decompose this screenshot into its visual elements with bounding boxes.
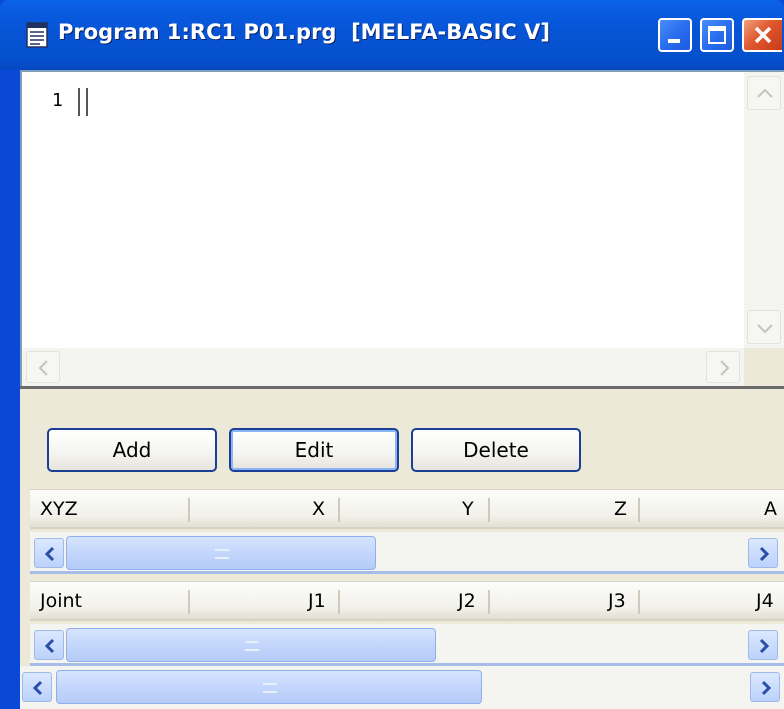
xyz-list-scrollbar[interactable]: [30, 532, 784, 574]
grip-icon: [215, 549, 229, 559]
delete-button-label: Delete: [463, 438, 529, 462]
title-bar[interactable]: Program 1:RC1 P01.prg [MELFA-BASIC V]: [0, 0, 784, 70]
chevron-up-icon: [757, 88, 773, 98]
scroll-right-button[interactable]: [748, 630, 778, 660]
scroll-right-button[interactable]: [706, 351, 740, 383]
chevron-right-icon: [761, 680, 772, 696]
line-number: 1: [52, 90, 63, 111]
chevron-left-icon: [44, 638, 55, 654]
minimize-icon: [668, 39, 680, 43]
column-divider[interactable]: [638, 590, 640, 614]
chevron-down-icon: [757, 324, 773, 334]
chevron-right-icon: [720, 360, 730, 376]
editor-vertical-scrollbar[interactable]: [744, 72, 784, 348]
column-header-j4[interactable]: J4: [756, 582, 774, 620]
grip-icon: [245, 641, 259, 651]
chevron-right-icon: [759, 638, 770, 654]
program-window: Program 1:RC1 P01.prg [MELFA-BASIC V] 1: [0, 0, 784, 709]
scroll-left-button[interactable]: [22, 672, 52, 702]
scroll-thumb[interactable]: [66, 628, 436, 662]
scroll-down-button[interactable]: [747, 310, 781, 344]
add-button-label: Add: [112, 438, 152, 462]
maximize-button[interactable]: [700, 18, 734, 52]
scrollbar-corner: [744, 348, 784, 386]
column-header-x[interactable]: X: [312, 490, 325, 528]
position-panel: Add Edit Delete XYZ X Y Z A Joint J1 J2 …: [20, 386, 784, 709]
scroll-right-button[interactable]: [748, 538, 778, 568]
pane-splitter[interactable]: [20, 386, 784, 406]
scroll-right-button[interactable]: [750, 672, 780, 702]
column-divider[interactable]: [488, 498, 490, 522]
column-header-j2[interactable]: J2: [458, 582, 476, 620]
add-button[interactable]: Add: [47, 428, 217, 472]
column-header-j3[interactable]: J3: [608, 582, 626, 620]
column-header-j1[interactable]: J1: [308, 582, 326, 620]
grip-icon: [263, 683, 277, 693]
column-divider[interactable]: [338, 498, 340, 522]
column-header-a[interactable]: A: [764, 490, 777, 528]
column-divider[interactable]: [188, 590, 190, 614]
scroll-thumb[interactable]: [56, 670, 482, 704]
line-number-divider: [78, 88, 80, 116]
column-divider[interactable]: [338, 590, 340, 614]
scroll-left-button[interactable]: [34, 538, 64, 568]
xyz-list-header: XYZ X Y Z A: [30, 489, 784, 529]
edit-button[interactable]: Edit: [229, 428, 399, 472]
scroll-thumb[interactable]: [66, 536, 376, 570]
panel-horizontal-scrollbar[interactable]: [20, 666, 784, 709]
close-button[interactable]: [742, 18, 782, 52]
column-divider[interactable]: [188, 498, 190, 522]
column-divider[interactable]: [638, 498, 640, 522]
joint-list-scrollbar[interactable]: [30, 624, 784, 666]
chevron-right-icon: [759, 546, 770, 562]
window-title: Program 1:RC1 P01.prg [MELFA-BASIC V]: [58, 20, 550, 44]
delete-button[interactable]: Delete: [411, 428, 581, 472]
column-header-joint[interactable]: Joint: [40, 582, 82, 620]
editor-horizontal-scrollbar[interactable]: [22, 348, 744, 386]
code-editor[interactable]: 1: [20, 70, 784, 386]
minimize-button[interactable]: [658, 18, 692, 52]
scroll-left-button[interactable]: [34, 630, 64, 660]
column-divider[interactable]: [488, 590, 490, 614]
chevron-left-icon: [32, 680, 43, 696]
close-icon: [754, 26, 772, 44]
column-header-xyz[interactable]: XYZ: [40, 490, 78, 528]
column-header-z[interactable]: Z: [614, 490, 627, 528]
chevron-left-icon: [38, 360, 48, 376]
scroll-up-button[interactable]: [747, 76, 781, 110]
scroll-left-button[interactable]: [26, 351, 60, 383]
chevron-left-icon: [44, 546, 55, 562]
document-icon: [26, 22, 48, 48]
joint-list-header: Joint J1 J2 J3 J4: [30, 581, 784, 621]
text-caret: [86, 88, 88, 116]
maximize-icon: [708, 26, 726, 44]
edit-button-label: Edit: [294, 438, 334, 462]
column-header-y[interactable]: Y: [462, 490, 474, 528]
